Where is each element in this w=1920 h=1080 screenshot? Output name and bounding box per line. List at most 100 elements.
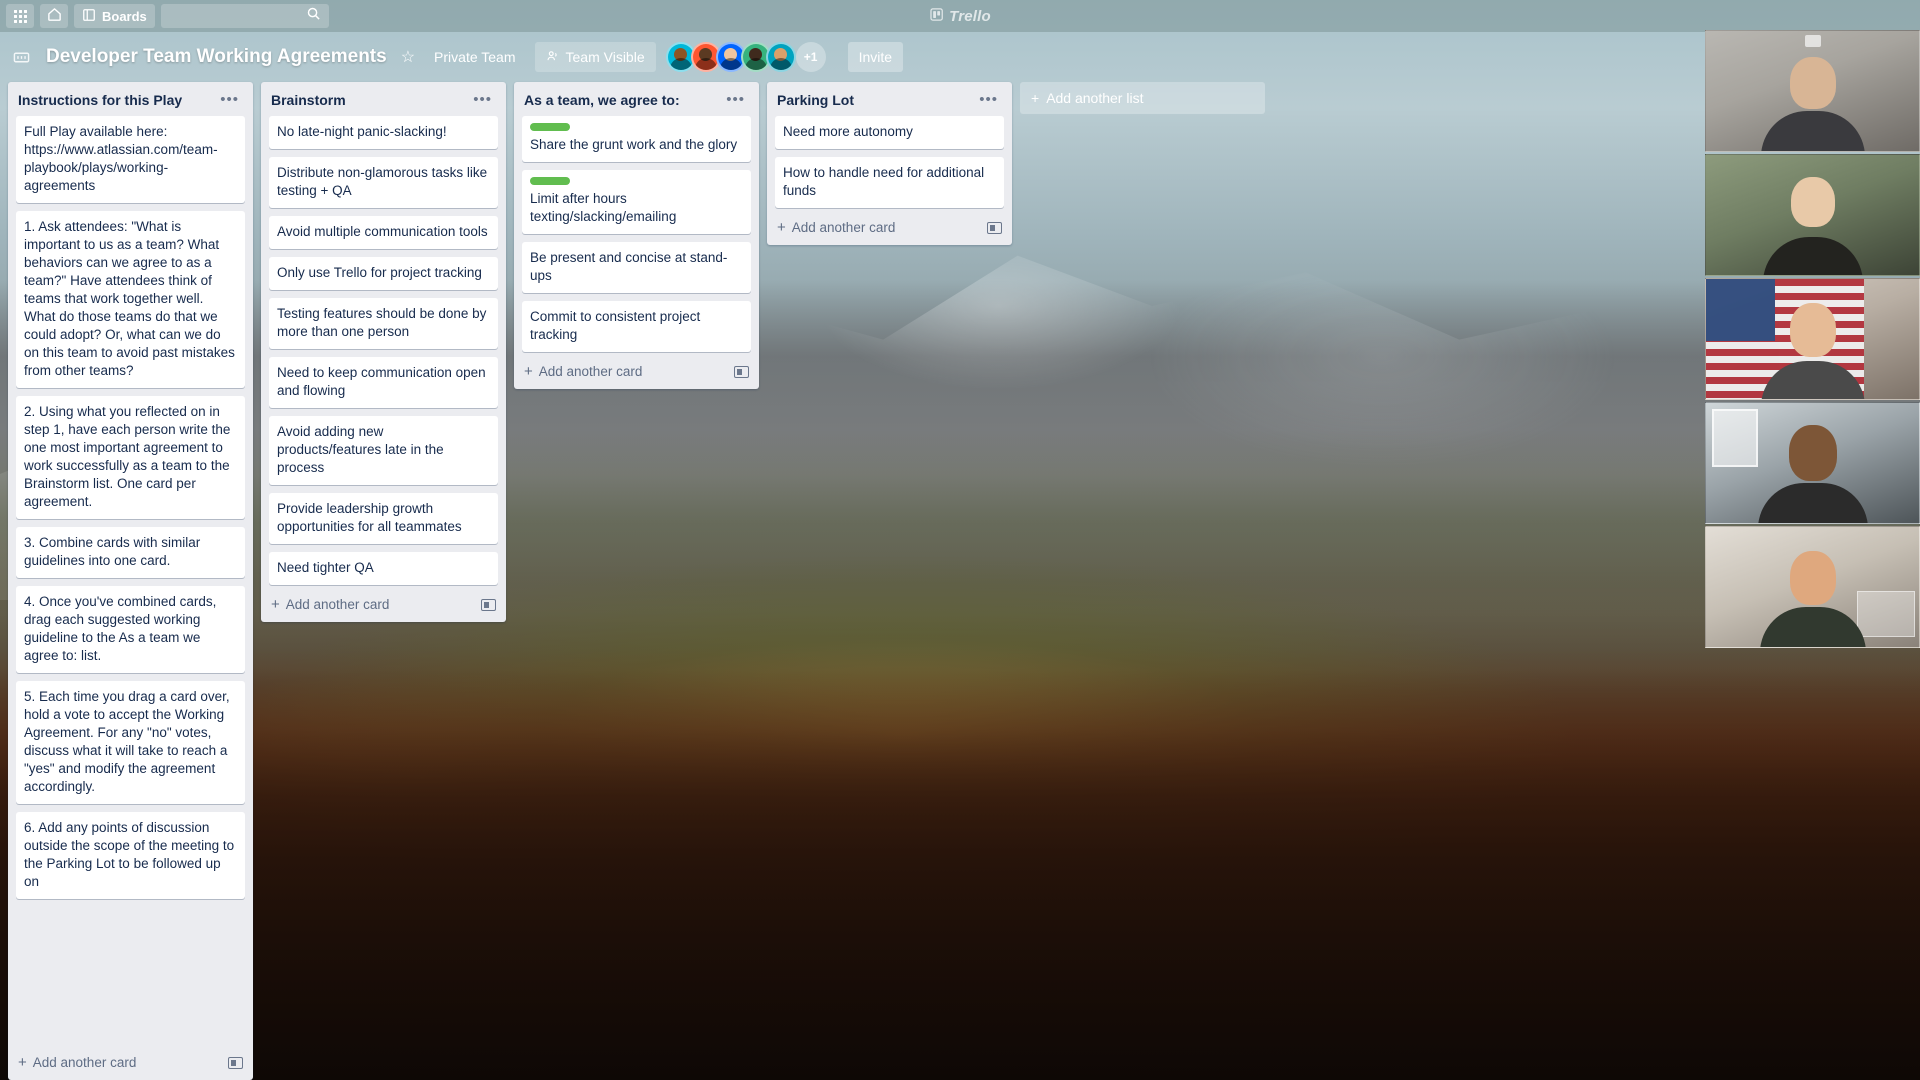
list-item[interactable]: 4. Once you've combined cards, drag each… xyxy=(16,586,245,673)
list-cards[interactable]: Full Play available here: https://www.at… xyxy=(8,116,253,1051)
participant-1-tile[interactable] xyxy=(1705,30,1920,152)
list-menu-icon[interactable]: ••• xyxy=(467,94,498,106)
card-title: No late-night panic-slacking! xyxy=(277,124,447,139)
add-card-footer[interactable]: +Add another card xyxy=(514,360,759,389)
list-header: Parking Lot ••• xyxy=(767,82,1012,116)
list-item[interactable]: Need to keep communication open and flow… xyxy=(269,357,498,408)
list-item[interactable]: Be present and concise at stand-ups xyxy=(522,242,751,293)
list-item[interactable]: Share the grunt work and the glory xyxy=(522,116,751,162)
card-title: Need more autonomy xyxy=(783,124,913,139)
top-navigation-bar: Boards Trello xyxy=(0,0,1920,32)
search-box[interactable] xyxy=(161,4,329,28)
list-cards[interactable]: Need more autonomy How to handle need for… xyxy=(767,116,1012,216)
board-list: As a team, we agree to: ••• Share the grun… xyxy=(514,82,759,389)
participant-2-body xyxy=(1763,237,1863,276)
card-label[interactable] xyxy=(530,177,570,185)
participant-3-tile[interactable] xyxy=(1705,278,1920,400)
list-item[interactable]: How to handle need for additional funds xyxy=(775,157,1004,208)
list-title[interactable]: As a team, we agree to: xyxy=(524,92,680,108)
participant-4-head xyxy=(1789,425,1837,481)
list-item[interactable]: Distribute non-glamorous tasks like test… xyxy=(269,157,498,208)
participant-5-head xyxy=(1790,551,1836,605)
participant-5-body xyxy=(1760,607,1866,648)
card-title: 4. Once you've combined cards, drag each… xyxy=(24,594,216,663)
list-item[interactable]: 3. Combine cards with similar guidelines… xyxy=(16,527,245,578)
home-button[interactable] xyxy=(40,4,68,28)
list-header: As a team, we agree to: ••• xyxy=(514,82,759,116)
list-item[interactable]: Commit to consistent project tracking xyxy=(522,301,751,352)
star-icon[interactable]: ☆ xyxy=(401,47,415,67)
boards-label: Boards xyxy=(102,9,147,24)
list-item[interactable]: 5. Each time you drag a card over, hold … xyxy=(16,681,245,804)
add-card-label: Add another card xyxy=(792,220,896,235)
list-cards[interactable]: Share the grunt work and the glory Limit … xyxy=(514,116,759,360)
add-card-label: Add another card xyxy=(286,597,390,612)
list-item[interactable]: Testing features should be done by more … xyxy=(269,298,498,349)
card-template-icon[interactable] xyxy=(481,599,496,611)
board-switch-icon[interactable] xyxy=(10,46,32,68)
board-header: Developer Team Working Agreements ☆ Priv… xyxy=(0,32,1920,82)
list-item[interactable]: No late-night panic-slacking! xyxy=(269,116,498,149)
add-card-footer[interactable]: + Add another card xyxy=(261,593,506,622)
list-title[interactable]: Parking Lot xyxy=(777,92,854,108)
list-item[interactable]: 2. Using what you reflected on in step 1… xyxy=(16,396,245,519)
card-title: Need tighter QA xyxy=(277,560,374,575)
visibility-button[interactable]: Team Visible xyxy=(535,42,656,72)
list-item[interactable]: 1. Ask attendees: "What is important to … xyxy=(16,211,245,388)
home-icon xyxy=(47,7,62,25)
kitchen-decoration xyxy=(1857,591,1915,637)
trello-wordmark: Trello xyxy=(949,8,991,25)
list-menu-icon[interactable]: ••• xyxy=(973,94,1004,106)
card-template-icon[interactable] xyxy=(734,366,749,378)
list-header: Brainstorm ••• xyxy=(261,82,506,116)
board-icon xyxy=(82,8,96,25)
list-item[interactable]: 6. Add any points of discussion outside … xyxy=(16,812,245,899)
list-item[interactable]: Full Play available here: https://www.at… xyxy=(16,116,245,203)
participant-1-badge xyxy=(1805,35,1821,47)
card-title: Limit after hours texting/slacking/email… xyxy=(530,191,676,224)
extra-members-badge[interactable]: +1 xyxy=(796,42,826,72)
participant-4-tile[interactable] xyxy=(1705,402,1920,524)
list-cards[interactable]: No late-night panic-slacking! Distribute … xyxy=(261,116,506,593)
card-title: 2. Using what you reflected on in step 1… xyxy=(24,404,230,509)
card-title: Avoid multiple communication tools xyxy=(277,224,488,239)
plus-icon: + xyxy=(271,598,280,611)
card-template-icon[interactable] xyxy=(987,222,1002,234)
add-card-footer[interactable]: +Add another card xyxy=(8,1051,253,1080)
card-title: Avoid adding new products/features late … xyxy=(277,424,444,475)
participant-3-head xyxy=(1790,303,1836,357)
list-menu-icon[interactable]: ••• xyxy=(214,94,245,106)
board-list: Brainstorm ••• No late-night panic-slackin… xyxy=(261,82,506,622)
board-list: Instructions for this Play ••• Full Play a… xyxy=(8,82,253,1080)
add-card-footer[interactable]: +Add another card xyxy=(767,216,1012,245)
list-title[interactable]: Instructions for this Play xyxy=(18,92,182,108)
card-title: 5. Each time you drag a card over, hold … xyxy=(24,689,230,794)
trello-logo-icon xyxy=(929,7,944,26)
card-title: Only use Trello for project tracking xyxy=(277,265,482,280)
add-list-label: Add another list xyxy=(1046,90,1143,106)
list-title[interactable]: Brainstorm xyxy=(271,92,346,108)
card-label[interactable] xyxy=(530,123,570,131)
search-input[interactable] xyxy=(161,4,329,28)
list-item[interactable]: Only use Trello for project tracking xyxy=(269,257,498,290)
card-template-icon[interactable] xyxy=(228,1057,243,1069)
list-item[interactable]: Avoid multiple communication tools xyxy=(269,216,498,249)
team-name-button[interactable]: Private Team xyxy=(423,42,526,72)
list-item[interactable]: Avoid adding new products/features late … xyxy=(269,416,498,485)
card-title: 3. Combine cards with similar guidelines… xyxy=(24,535,200,568)
apps-grid-button[interactable] xyxy=(6,4,34,28)
card-title: 1. Ask attendees: "What is important to … xyxy=(24,219,235,378)
list-item[interactable]: Limit after hours texting/slacking/email… xyxy=(522,170,751,234)
participant-5-tile[interactable] xyxy=(1705,526,1920,648)
list-item[interactable]: Need tighter QA xyxy=(269,552,498,585)
boards-button[interactable]: Boards xyxy=(74,4,155,28)
page-title[interactable]: Developer Team Working Agreements xyxy=(40,43,393,71)
list-menu-icon[interactable]: ••• xyxy=(720,94,751,106)
participant-2-tile[interactable] xyxy=(1705,154,1920,276)
add-list-button[interactable]: +Add another list xyxy=(1020,82,1265,114)
member-avatars: +1 xyxy=(666,42,826,72)
list-item[interactable]: Need more autonomy xyxy=(775,116,1004,149)
list-item[interactable]: Provide leadership growth opportunities … xyxy=(269,493,498,544)
avatar[interactable] xyxy=(766,42,796,72)
invite-button[interactable]: Invite xyxy=(848,42,903,72)
